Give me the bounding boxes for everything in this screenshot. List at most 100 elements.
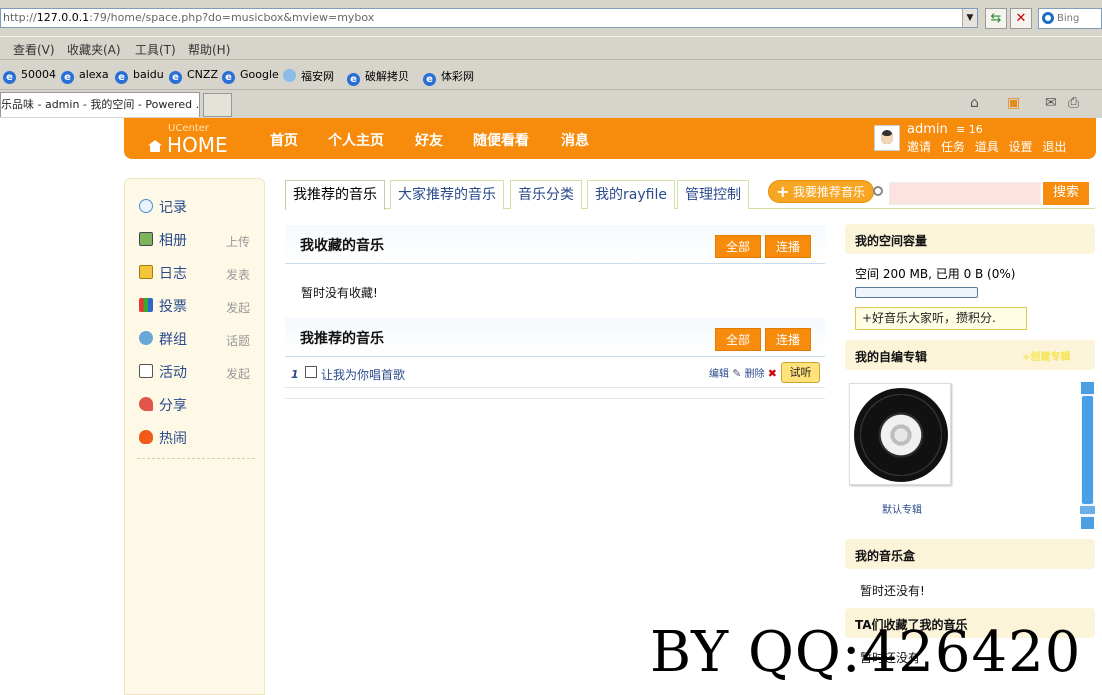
favorite-item[interactable]: e alexa xyxy=(61,68,109,84)
browser-tab[interactable]: 乐品味 - admin - 我的空间 - Powered ... xyxy=(0,92,200,117)
user-points: ≡ 16 xyxy=(956,123,983,136)
sidebar-start-event-link[interactable]: 发起 xyxy=(226,365,250,382)
sidebar-item-share[interactable]: 分享 xyxy=(139,395,187,415)
avatar[interactable] xyxy=(874,125,900,151)
ie-icon: e xyxy=(347,73,360,86)
scroll-thumb[interactable] xyxy=(1082,396,1093,504)
favorite-item[interactable]: e 体彩网 xyxy=(423,68,474,86)
sidebar-item-hot[interactable]: 热闹 xyxy=(139,428,187,448)
invite-link[interactable]: 邀请 xyxy=(907,140,931,154)
address-bar[interactable]: http://127.0.0.1:79/home/space.php?do=mu… xyxy=(0,8,978,28)
sidebar-publish-link[interactable]: 发表 xyxy=(226,266,250,283)
recommended-play-button[interactable]: 连播 xyxy=(765,328,811,351)
album-caption[interactable]: 默认专辑 xyxy=(882,501,922,516)
sidebar-item-label: 热闹 xyxy=(159,431,187,447)
collected-play-button[interactable]: 连播 xyxy=(765,235,811,258)
sidebar-item-event[interactable]: 活动 xyxy=(139,362,187,382)
nav-messages[interactable]: 消息 xyxy=(561,130,589,150)
menu-tools[interactable]: 工具(T) xyxy=(135,41,176,58)
tab-categories[interactable]: 音乐分类 xyxy=(510,180,582,209)
delete-link[interactable]: 删除 xyxy=(745,369,765,380)
recommended-all-button[interactable]: 全部 xyxy=(715,328,761,351)
settings-link[interactable]: 设置 xyxy=(1009,140,1033,154)
tab-rayfile[interactable]: 我的rayfile xyxy=(587,180,675,209)
sidebar-item-album[interactable]: 相册 xyxy=(139,230,187,250)
browser-search-placeholder: Bing xyxy=(1057,13,1080,24)
favorite-label: 50004 xyxy=(21,68,56,81)
nav-friends[interactable]: 好友 xyxy=(415,130,443,150)
sidebar-item-poll[interactable]: 投票 xyxy=(139,296,187,316)
song-title[interactable]: 让我为你唱首歌 xyxy=(321,366,405,383)
search-button[interactable]: 搜索 xyxy=(1043,182,1089,205)
user-name[interactable]: admin xyxy=(907,122,948,137)
site-logo[interactable]: HOME xyxy=(148,133,228,157)
favorite-item[interactable]: e baidu xyxy=(115,68,164,84)
menu-help[interactable]: 帮助(H) xyxy=(188,41,230,58)
new-tab-button[interactable] xyxy=(203,93,232,117)
menu-favorites[interactable]: 收藏夹(A) xyxy=(67,41,121,58)
tab-management[interactable]: 管理控制 xyxy=(677,180,749,209)
bar-chart-icon xyxy=(139,298,153,312)
menu-bar: 查看(V) 收藏夹(A) 工具(T) 帮助(H) xyxy=(0,36,1102,60)
sidebar-item-record[interactable]: 记录 xyxy=(139,197,187,217)
sidebar-upload-link[interactable]: 上传 xyxy=(226,233,250,250)
logout-link[interactable]: 退出 xyxy=(1042,140,1066,154)
site-header: UCenter HOME 首页 个人主页 好友 随便看看 消息 admin ≡ … xyxy=(124,118,1096,159)
address-dropdown-icon[interactable]: ▼ xyxy=(962,9,977,27)
sidebar-item-label: 分享 xyxy=(159,398,187,414)
mail-icon[interactable]: ✉ xyxy=(1045,95,1057,111)
refresh-icon[interactable]: ⇆ xyxy=(985,8,1007,29)
search-input[interactable] xyxy=(889,182,1041,205)
favorite-item[interactable]: e 50004 xyxy=(3,68,56,84)
tab-my-recommended[interactable]: 我推荐的音乐 xyxy=(285,180,385,210)
menu-view[interactable]: 查看(V) xyxy=(13,41,55,58)
scroll-up-icon[interactable] xyxy=(1081,382,1094,394)
nav-browse[interactable]: 随便看看 xyxy=(473,130,529,150)
favorite-item[interactable]: e CNZZ xyxy=(169,68,218,84)
sidebar-item-group[interactable]: 群组 xyxy=(139,329,187,349)
sidebar: 记录 相册 上传 日志 发表 投票 发起 群组 话题 活动 发起 分享 热闹 xyxy=(124,178,265,695)
capacity-title: 我的空间容量 xyxy=(845,224,1095,254)
sidebar-start-poll-link[interactable]: 发起 xyxy=(226,299,250,316)
collected-empty-text: 暂时没有收藏! xyxy=(301,286,378,300)
ie-icon: e xyxy=(222,71,235,84)
browser-search-input[interactable]: Bing xyxy=(1038,8,1102,29)
favorite-item[interactable]: e 破解拷贝 xyxy=(347,68,409,86)
sidebar-topic-link[interactable]: 话题 xyxy=(226,332,250,349)
scroll-grip[interactable] xyxy=(1080,506,1095,514)
musicbox-title: 我的音乐盒 xyxy=(845,539,1095,569)
speech-bubble-icon xyxy=(139,199,153,213)
home-icon[interactable]: ⌂ xyxy=(970,95,979,111)
default-album-cover[interactable] xyxy=(849,383,951,485)
scroll-down-icon[interactable] xyxy=(1081,517,1094,529)
task-link[interactable]: 任务 xyxy=(941,140,965,154)
collected-all-button[interactable]: 全部 xyxy=(715,235,761,258)
favorite-item[interactable]: e Google xyxy=(222,68,279,84)
nav-home[interactable]: 首页 xyxy=(270,130,298,150)
heart-icon xyxy=(139,397,153,411)
bing-icon xyxy=(1042,12,1054,24)
try-listen-button[interactable]: 试听 xyxy=(781,362,820,383)
song-checkbox[interactable] xyxy=(305,366,317,378)
stop-icon[interactable]: ✕ xyxy=(1010,8,1032,29)
sidebar-item-label: 相册 xyxy=(159,233,187,249)
recommend-music-button[interactable]: 我要推荐音乐 xyxy=(768,180,874,203)
browser-chrome: http://127.0.0.1:79/home/space.php?do=mu… xyxy=(0,0,1102,118)
delete-icon[interactable]: ✖ xyxy=(768,367,777,380)
create-album-link[interactable]: +创建专辑 xyxy=(1022,348,1070,363)
rss-icon[interactable]: ▣ xyxy=(1007,95,1020,111)
musicbox-empty-text: 暂时还没有! xyxy=(860,584,925,598)
song-number: 1 xyxy=(291,368,299,381)
watermark-text: BY QQ:426420 xyxy=(650,620,1082,685)
sidebar-item-blog[interactable]: 日志 xyxy=(139,263,187,283)
edit-link[interactable]: 编辑 xyxy=(709,369,729,380)
favorite-item[interactable]: 福安网 xyxy=(283,68,334,84)
props-link[interactable]: 道具 xyxy=(975,140,999,154)
ie-icon: e xyxy=(115,71,128,84)
tab-all-recommended[interactable]: 大家推荐的音乐 xyxy=(390,180,504,209)
print-icon[interactable]: ⎙ xyxy=(1068,95,1079,111)
address-host: 127.0.0.1 xyxy=(36,11,90,24)
nav-profile[interactable]: 个人主页 xyxy=(328,130,384,150)
favorite-label: 破解拷贝 xyxy=(365,70,409,83)
capacity-note: +好音乐大家听，攒积分. xyxy=(855,307,1027,330)
